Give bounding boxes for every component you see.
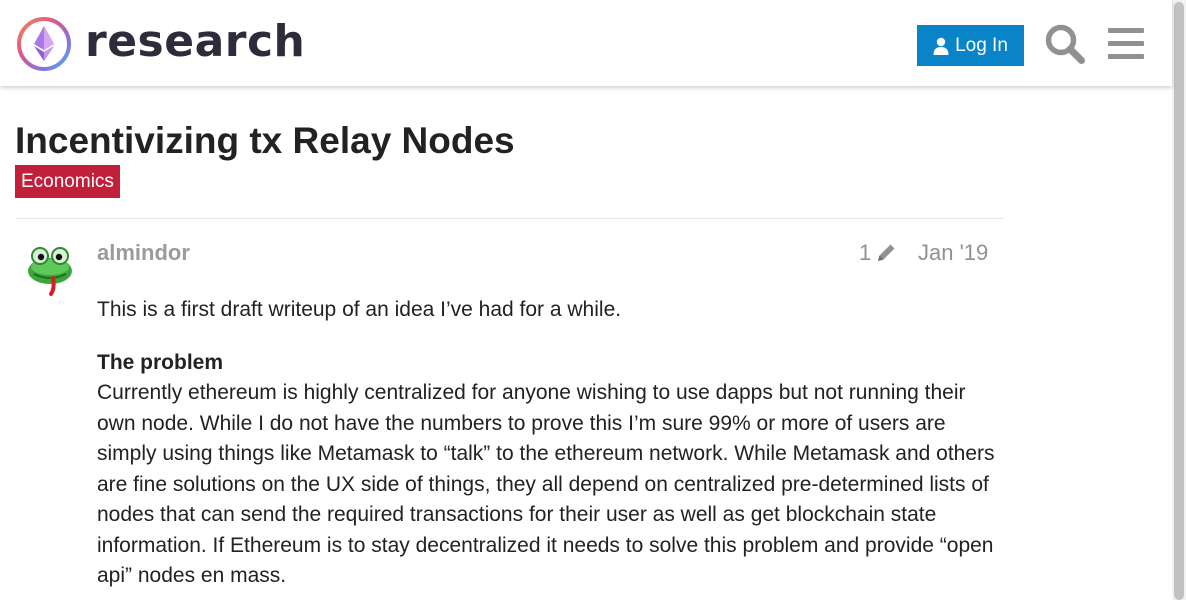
post-date[interactable]: Jan '19 xyxy=(918,238,988,268)
site-name[interactable]: research xyxy=(85,14,305,70)
section-body: Currently ethereum is highly centralized… xyxy=(97,381,995,587)
section-heading: The problem xyxy=(97,350,224,374)
ethereum-logo-icon[interactable] xyxy=(16,16,72,72)
title-divider xyxy=(15,218,1004,219)
site-header: research Log In xyxy=(0,0,1172,86)
hamburger-menu-icon[interactable] xyxy=(1106,24,1146,64)
topic-title[interactable]: Incentivizing tx Relay Nodes xyxy=(15,118,515,164)
post-body: This is a first draft writeup of an idea… xyxy=(97,295,997,614)
edit-count: 1 xyxy=(859,240,872,265)
login-button[interactable]: Log In xyxy=(917,25,1024,66)
scrollbar-thumb[interactable] xyxy=(1174,2,1184,600)
edit-history-button[interactable]: 1 xyxy=(859,238,897,268)
pencil-icon xyxy=(878,244,895,261)
login-label: Log In xyxy=(955,34,1008,56)
search-icon[interactable] xyxy=(1044,23,1086,65)
post-intro: This is a first draft writeup of an idea… xyxy=(97,298,622,321)
user-icon xyxy=(933,37,949,55)
post-username[interactable]: almindor xyxy=(97,238,190,268)
avatar[interactable] xyxy=(24,240,84,300)
post-section: The problem Currently ethereum is highly… xyxy=(97,348,997,592)
category-badge[interactable]: Economics xyxy=(15,165,120,198)
